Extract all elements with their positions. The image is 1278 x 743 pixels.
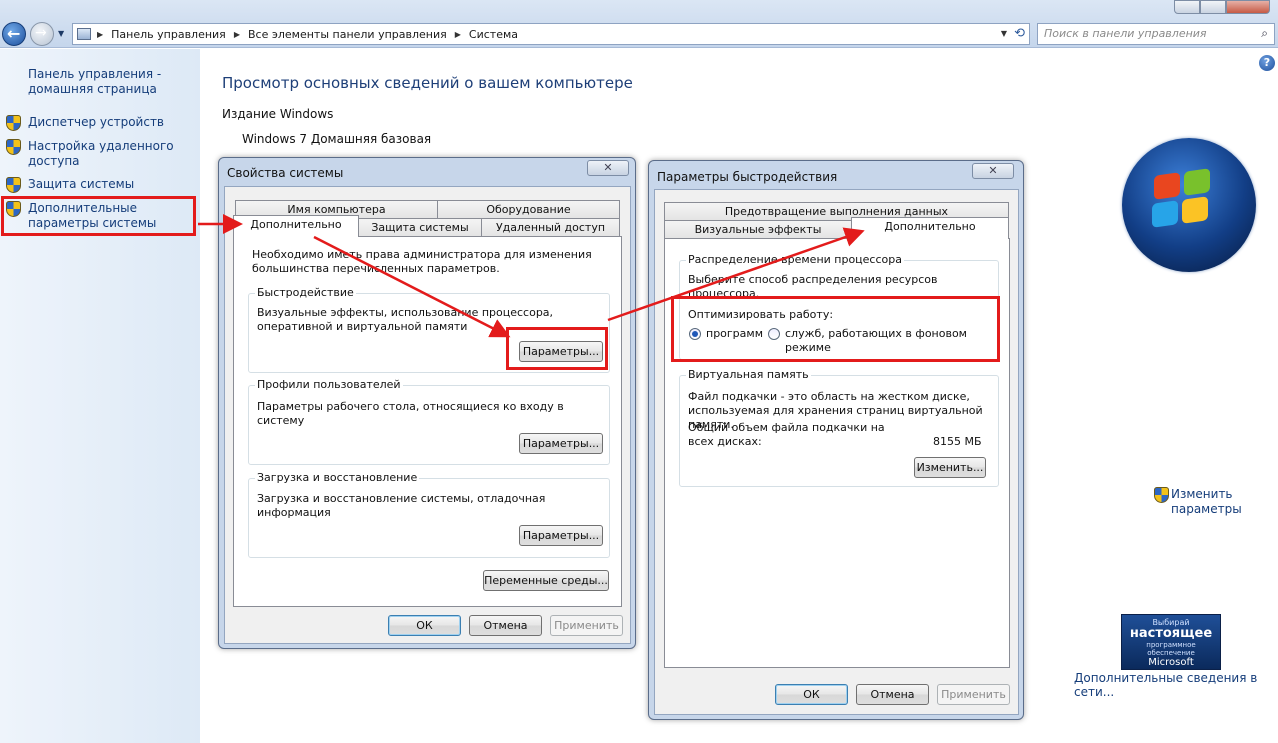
close-window-button[interactable] [1226,0,1270,14]
breadcrumb-arrow-icon[interactable]: ▶ [234,30,240,39]
genuine-line2: настоящее [1129,626,1213,641]
user-profiles-group: Профили пользователей Параметры рабочего… [248,378,610,465]
edition-value: Windows 7 Домашняя базовая [242,132,432,146]
tab-remote[interactable]: Удаленный доступ [481,218,620,237]
nav-device-manager[interactable]: Диспетчер устройств [6,115,196,131]
dialog-title: Параметры быстродействия [657,170,838,184]
shield-icon [1154,487,1169,503]
user-profiles-desc: Параметры рабочего стола, относящиеся ко… [257,400,564,427]
change-virtual-memory-button[interactable]: Изменить... [914,457,986,478]
nav-home-link[interactable]: Панель управления - домашняя страница [28,67,188,97]
left-navigation: Панель управления - домашняя страница Ди… [0,49,200,743]
search-placeholder: Поиск в панели управления [1044,27,1207,40]
dialog-close-button[interactable]: ✕ [587,160,629,176]
breadcrumb-control-panel[interactable]: Панель управления [111,28,226,41]
dialog-close-button[interactable]: ✕ [972,163,1014,179]
breadcrumb-arrow-icon[interactable]: ▶ [97,30,103,39]
advanced-tab-panel: Необходимо иметь права администратора дл… [233,236,622,607]
dialog-body: Оборудование Имя компьютера Защита систе… [224,186,631,644]
environment-variables-button[interactable]: Переменные среды... [483,570,609,591]
tab-visual-effects[interactable]: Визуальные эффекты [664,220,852,239]
cancel-button[interactable]: Отмена [469,615,542,636]
ok-button[interactable]: ОК [775,684,848,705]
virtual-memory-title: Виртуальная память [686,368,811,381]
breadcrumb-arrow-icon[interactable]: ▶ [455,30,461,39]
apply-button[interactable]: Применить [550,615,623,636]
change-settings-link[interactable]: Изменить параметры [1154,487,1251,517]
nav-item-label: Диспетчер устройств [28,115,165,129]
search-icon[interactable]: ⌕ [1261,26,1268,41]
highlight-box-optimize [671,296,1000,362]
windows-logo-icon [1122,138,1256,272]
startup-recovery-desc: Загрузка и восстановление системы, отлад… [257,492,546,519]
edition-heading: Издание Windows [222,107,334,121]
forward-button[interactable] [30,22,54,46]
dialog-body: Предотвращение выполнения данных Визуаль… [654,189,1019,715]
tab-system-protection[interactable]: Защита системы [358,218,482,237]
shield-icon [6,115,21,131]
tab-hardware[interactable]: Оборудование [437,200,620,219]
virtual-memory-group: Виртуальная память Файл подкачки - это о… [679,368,999,487]
performance-options-dialog: Параметры быстродействия ✕ Предотвращени… [648,160,1024,720]
cpu-scheduling-title: Распределение времени процессора [686,253,904,266]
more-info-online-link[interactable]: Дополнительные сведения в сети... [1074,671,1278,699]
genuine-microsoft-badge[interactable]: Выбирай настоящее программное обеспечени… [1121,614,1221,670]
dialog-title: Свойства системы [227,166,344,180]
genuine-line4: Microsoft [1148,657,1194,668]
refresh-icon[interactable]: ⟲ [1014,26,1025,41]
nav-item-label: Защита системы [28,177,135,191]
system-properties-dialog: Свойства системы ✕ Оборудование Имя комп… [218,157,636,649]
shield-icon [6,177,21,193]
explorer-toolbar: ▼ ▶ Панель управления ▶ Все элементы пан… [0,0,1278,48]
nav-remote-settings[interactable]: Настройка удаленного доступа [6,139,196,169]
maximize-button[interactable] [1200,0,1226,14]
breadcrumb-system[interactable]: Система [469,28,518,41]
tab-advanced[interactable]: Дополнительно [233,215,359,237]
admin-note: Необходимо иметь права администратора дл… [252,248,592,275]
highlight-box-settings-button [506,327,608,370]
highlight-box-advanced-settings [1,196,196,236]
nav-system-protection[interactable]: Защита системы [6,177,196,193]
shield-icon [6,139,21,155]
genuine-line3: программное обеспечение [1146,641,1196,657]
control-panel-icon [77,28,91,40]
address-bar[interactable]: ▶ Панель управления ▶ Все элементы панел… [72,23,1030,45]
address-dropdown-icon[interactable]: ▼ [1001,29,1007,38]
performance-title: Быстродействие [255,286,356,299]
pagefile-total-value: 8155 МБ [933,435,982,448]
startup-recovery-title: Загрузка и восстановление [255,471,420,484]
cancel-button[interactable]: Отмена [856,684,929,705]
startup-recovery-settings-button[interactable]: Параметры... [519,525,603,546]
user-profiles-settings-button[interactable]: Параметры... [519,433,603,454]
startup-recovery-group: Загрузка и восстановление Загрузка и вос… [248,471,610,558]
apply-button[interactable]: Применить [937,684,1010,705]
history-dropdown-icon[interactable]: ▼ [58,29,64,38]
user-profiles-title: Профили пользователей [255,378,403,391]
search-input[interactable]: Поиск в панели управления ⌕ [1037,23,1275,45]
ok-button[interactable]: ОК [388,615,461,636]
breadcrumb-all-items[interactable]: Все элементы панели управления [248,28,447,41]
tab-advanced[interactable]: Дополнительно [851,217,1009,239]
minimize-button[interactable] [1174,0,1200,14]
help-icon[interactable]: ? [1259,55,1275,71]
page-title: Просмотр основных сведений о вашем компь… [222,74,633,92]
change-settings-label: Изменить параметры [1171,487,1242,516]
back-button[interactable] [2,22,26,46]
nav-item-label: Настройка удаленного доступа [28,139,174,168]
pagefile-total-label: Общий объем файла подкачки на всех диска… [688,421,885,448]
